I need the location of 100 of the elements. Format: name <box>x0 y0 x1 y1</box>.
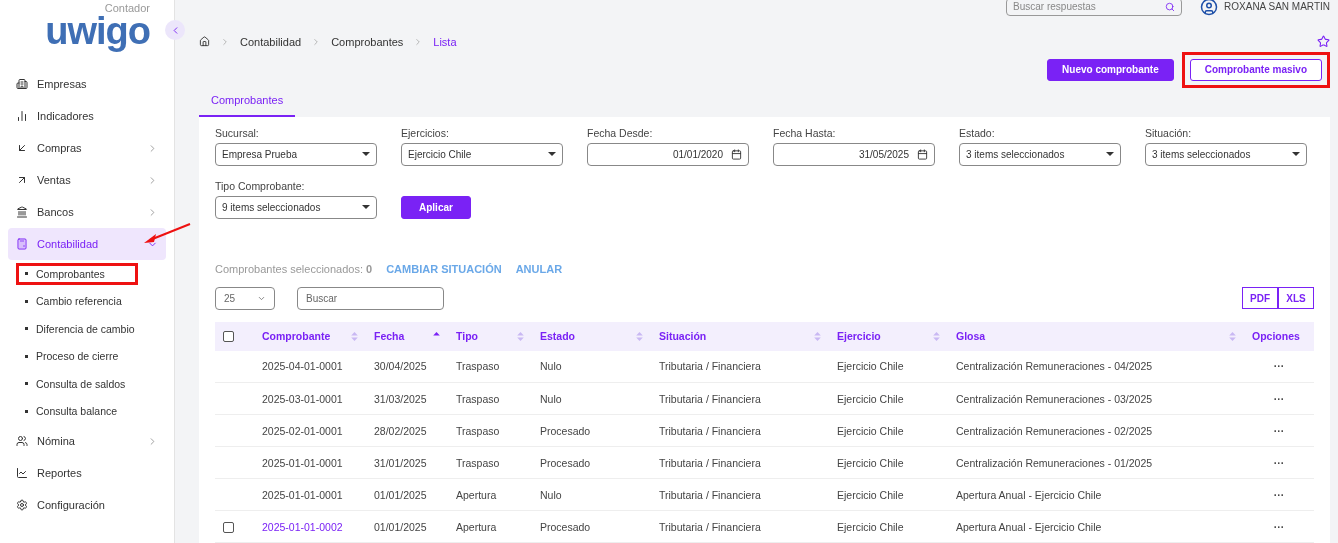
sidebar-item[interactable]: Configuración <box>8 489 166 521</box>
table-cell: Apertura <box>448 478 532 511</box>
table-cell: Nulo <box>532 350 651 383</box>
column-header[interactable]: Comprobante <box>254 321 366 351</box>
table-cell: Tributaria / Financiera <box>651 510 829 543</box>
options-menu-button[interactable]: ··· <box>1273 424 1285 437</box>
collapse-sidebar-button[interactable] <box>165 20 185 40</box>
column-header[interactable]: Estado <box>532 321 651 351</box>
breadcrumb-item[interactable]: Comprobantes <box>331 35 404 48</box>
caret-icon <box>362 152 370 156</box>
options-menu-button[interactable]: ··· <box>1273 392 1285 405</box>
sidebar-item[interactable]: Indicadores <box>8 100 166 132</box>
table-cell: Centralización Remuneraciones - 04/2025 <box>948 350 1244 383</box>
column-header[interactable]: Tipo <box>448 321 532 351</box>
checkbox[interactable] <box>223 331 234 343</box>
avatar-icon[interactable] <box>1200 0 1219 16</box>
user-name[interactable]: ROXANA SAN MARTIN <box>1224 1 1330 13</box>
sidebar-item[interactable]: Bancos <box>8 196 166 228</box>
table-cell: Procesado <box>532 510 651 543</box>
column-header[interactable]: Opciones <box>1244 321 1314 351</box>
column-header[interactable]: Fecha <box>366 321 448 351</box>
table-cell: 01/01/2025 <box>366 510 448 543</box>
table-cell: Apertura <box>448 510 532 543</box>
options-menu-button[interactable]: ··· <box>1273 488 1285 501</box>
sidebar-item[interactable]: Ventas <box>8 164 166 196</box>
page-size-select[interactable]: 25 <box>215 286 275 310</box>
table-search-field[interactable]: Buscar <box>297 286 444 310</box>
table-cell: Apertura Anual - Ejercicio Chile <box>948 478 1244 511</box>
date-field[interactable]: 01/01/2020 <box>587 142 749 166</box>
breadcrumb-item[interactable]: Lista <box>433 35 457 48</box>
table-cell: Traspaso <box>448 446 532 479</box>
table-cell: Ejercicio Chile <box>829 510 948 543</box>
apply-button[interactable]: Aplicar <box>401 195 471 219</box>
calculator-icon <box>16 238 28 250</box>
table-cell: 2025-01-01-0001 <box>254 446 366 479</box>
table-cell: 31/03/2025 <box>366 382 448 415</box>
select-field[interactable]: Ejercicio Chile <box>401 142 563 166</box>
select-field[interactable]: 3 items seleccionados <box>959 142 1121 166</box>
options-menu-button[interactable]: ··· <box>1273 360 1285 373</box>
select-field[interactable]: 3 items seleccionados <box>1145 142 1307 166</box>
arrow-up-right-icon <box>16 174 28 186</box>
caret-icon <box>362 205 370 209</box>
table-cell: 28/02/2025 <box>366 414 448 447</box>
export-button[interactable]: PDF <box>1242 287 1278 309</box>
table-cell: 2025-02-01-0001 <box>254 414 366 447</box>
voucher-link[interactable]: 2025-01-01-0002 <box>254 510 366 543</box>
bulk-voucher-button[interactable]: Comprobante masivo <box>1189 58 1322 81</box>
table-cell: Tributaria / Financiera <box>651 414 829 447</box>
filter-label: Fecha Desde: <box>587 126 654 139</box>
home-icon[interactable] <box>199 36 210 48</box>
table-cell: Traspaso <box>448 382 532 415</box>
table-cell: Apertura Anual - Ejercicio Chile <box>948 510 1244 543</box>
filter-label: Situación: <box>1145 126 1193 139</box>
sidebar-item[interactable]: Compras <box>8 132 166 164</box>
column-header[interactable]: Glosa <box>948 321 1244 351</box>
submenu-item[interactable]: Consulta balance <box>16 400 166 423</box>
submenu-item[interactable]: Diferencia de cambio <box>16 317 166 340</box>
table-cell: Centralización Remuneraciones - 01/2025 <box>948 446 1244 479</box>
search-icon <box>1165 1 1176 12</box>
submenu-item[interactable]: Consulta de saldos <box>16 372 166 395</box>
table-cell: 2025-04-01-0001 <box>254 350 366 383</box>
date-field[interactable]: 31/05/2025 <box>773 142 935 166</box>
table-cell: Tributaria / Financiera <box>651 478 829 511</box>
options-menu-button[interactable]: ··· <box>1273 520 1285 533</box>
sidebar-item[interactable]: Empresas <box>8 68 166 100</box>
options-menu-button[interactable]: ··· <box>1273 456 1285 469</box>
checkbox[interactable] <box>223 521 234 533</box>
table-cell: 2025-03-01-0001 <box>254 382 366 415</box>
table-cell: Ejercicio Chile <box>829 478 948 511</box>
select-field[interactable]: Empresa Prueba <box>215 142 377 166</box>
export-button[interactable]: XLS <box>1278 287 1314 309</box>
favorite-star-icon[interactable] <box>1317 35 1330 49</box>
caret-icon <box>548 152 556 156</box>
table-cell: Centralización Remuneraciones - 02/2025 <box>948 414 1244 447</box>
breadcrumb-item[interactable]: Contabilidad <box>240 35 302 48</box>
calendar-icon <box>917 148 928 160</box>
people-icon <box>16 435 28 447</box>
caret-icon <box>1106 152 1114 156</box>
bar-chart-icon <box>16 110 28 122</box>
submenu-item[interactable]: Cambio referencia <box>16 290 166 313</box>
filter-label: Estado: <box>959 126 996 139</box>
logo-tagline: Contador <box>104 2 150 14</box>
sidebar-item[interactable]: Nómina <box>8 425 166 457</box>
column-header[interactable]: Ejercicio <box>829 321 948 351</box>
table-cell: 2025-01-01-0001 <box>254 478 366 511</box>
sidebar-item[interactable]: Contabilidad <box>8 228 166 260</box>
filter-label: Fecha Hasta: <box>773 126 837 139</box>
sidebar-item[interactable]: Reportes <box>8 457 166 489</box>
table-cell: Nulo <box>532 382 651 415</box>
settings-icon <box>16 499 28 511</box>
table-cell: 01/01/2025 <box>366 478 448 511</box>
table-cell: Ejercicio Chile <box>829 382 948 415</box>
new-voucher-button[interactable]: Nuevo comprobante <box>1047 58 1174 81</box>
table-cell: Tributaria / Financiera <box>651 382 829 415</box>
select-field[interactable]: 9 items seleccionados <box>215 195 377 219</box>
submenu-item[interactable]: Comprobantes <box>16 262 138 285</box>
submenu-item[interactable]: Proceso de cierre <box>16 345 166 368</box>
calendar-icon <box>731 148 742 160</box>
building-icon <box>16 78 28 90</box>
column-header[interactable]: Situación <box>651 321 829 351</box>
